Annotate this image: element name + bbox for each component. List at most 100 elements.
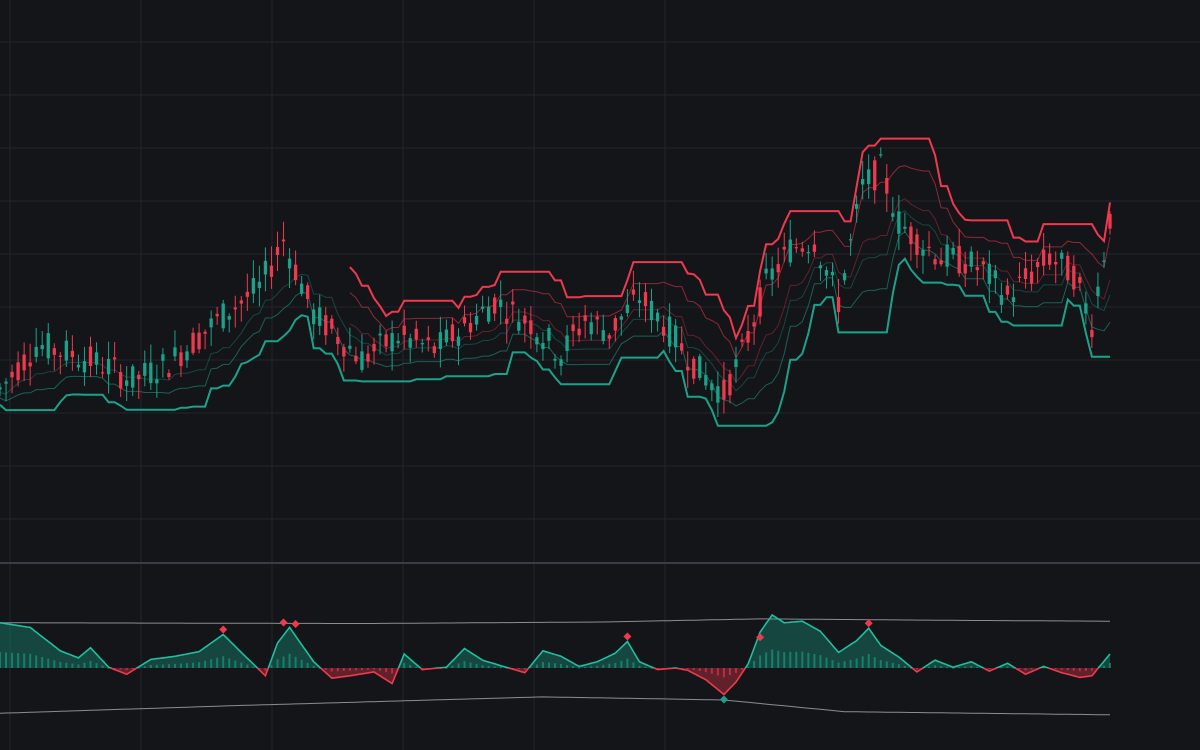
candle-body xyxy=(360,351,364,370)
candle-body xyxy=(776,264,780,273)
candle-body xyxy=(909,226,913,245)
candle-body xyxy=(100,372,105,374)
trading-chart[interactable] xyxy=(0,0,1200,750)
candle-body xyxy=(704,375,708,386)
candle-body xyxy=(1054,261,1058,265)
candle-body xyxy=(28,362,32,367)
candle-body xyxy=(752,322,756,327)
candle-body xyxy=(722,379,726,400)
candle-body xyxy=(1066,255,1070,281)
candle-body xyxy=(981,261,985,265)
candle-body xyxy=(10,371,14,378)
candle-body xyxy=(40,345,44,350)
candle-body xyxy=(137,374,141,380)
candle-body xyxy=(559,359,563,366)
candle-body xyxy=(565,335,569,351)
candle xyxy=(1066,251,1070,283)
candle-body xyxy=(716,386,720,403)
candle-body xyxy=(16,362,20,381)
candle-body xyxy=(125,380,129,386)
candle-body xyxy=(4,381,8,384)
candle-body xyxy=(800,248,804,252)
candle-body xyxy=(161,354,165,361)
candle-body xyxy=(257,281,262,289)
candle-body xyxy=(915,234,919,255)
candle-body xyxy=(0,387,2,390)
candle-body xyxy=(505,318,509,324)
candle-body xyxy=(885,177,889,194)
candle xyxy=(221,299,225,332)
candle-body xyxy=(46,333,50,359)
candle-body xyxy=(354,355,358,362)
candle-body xyxy=(987,263,991,284)
candle-body xyxy=(1072,265,1076,290)
candle-body xyxy=(963,264,967,274)
candle-body xyxy=(939,260,943,265)
candle-body xyxy=(366,353,370,362)
candle-body xyxy=(667,316,672,347)
candle-body xyxy=(372,343,376,352)
candle-body xyxy=(233,307,237,310)
candle-body xyxy=(764,268,768,274)
candle-body xyxy=(1023,268,1028,280)
candle-body xyxy=(830,271,835,276)
candle-body xyxy=(474,315,479,325)
candle-body xyxy=(583,315,587,321)
candle-body xyxy=(203,331,207,334)
candle-body xyxy=(76,364,81,368)
candle-body xyxy=(215,313,219,317)
candle-body xyxy=(818,265,823,269)
candle-body xyxy=(1078,277,1082,284)
candle-body xyxy=(517,321,521,331)
candle-body xyxy=(806,252,811,254)
candle-body xyxy=(643,292,648,307)
candle-body xyxy=(710,383,714,391)
candle-body xyxy=(486,306,491,322)
candle-body xyxy=(112,357,117,360)
candle-body xyxy=(601,330,605,341)
candle-body xyxy=(444,329,449,343)
candle-body xyxy=(969,251,973,267)
candle-body xyxy=(336,336,340,345)
candle-body xyxy=(698,356,702,378)
candle-body xyxy=(511,301,515,305)
chart-background xyxy=(0,0,1200,750)
candle-body xyxy=(34,346,38,357)
candle-body xyxy=(891,213,895,217)
candle-body xyxy=(655,312,660,322)
candle-body xyxy=(299,283,304,294)
candle-body xyxy=(94,352,99,365)
candle-body xyxy=(426,337,430,340)
candle-body xyxy=(927,246,931,248)
candle-body xyxy=(155,379,159,384)
candle-body xyxy=(836,297,841,313)
candle-body xyxy=(770,268,774,280)
candle-body xyxy=(535,337,539,345)
candle-body xyxy=(408,338,412,348)
candle-body xyxy=(493,297,497,314)
candle-body xyxy=(680,343,684,351)
candle-body xyxy=(945,244,949,267)
candle-body xyxy=(1017,276,1022,278)
candle-body xyxy=(782,246,786,250)
candle-body xyxy=(1011,297,1016,303)
candle-body xyxy=(324,315,328,336)
candle-body xyxy=(674,325,678,348)
candle-body xyxy=(571,324,575,332)
candle-body xyxy=(1084,303,1088,314)
candle-body xyxy=(281,239,286,242)
candle-body xyxy=(794,247,798,249)
candle-body xyxy=(619,316,624,320)
candle-body xyxy=(330,318,334,329)
candle-body xyxy=(167,373,171,378)
candle-body xyxy=(70,350,75,358)
candle-body xyxy=(191,332,195,353)
candle-body xyxy=(64,340,69,361)
candle-body xyxy=(173,347,177,357)
candle-body xyxy=(342,347,346,357)
candle-body xyxy=(529,320,533,335)
candle-body xyxy=(306,285,310,299)
candle-body xyxy=(788,239,792,263)
candle-body xyxy=(1096,286,1100,296)
candle-body xyxy=(649,300,654,321)
